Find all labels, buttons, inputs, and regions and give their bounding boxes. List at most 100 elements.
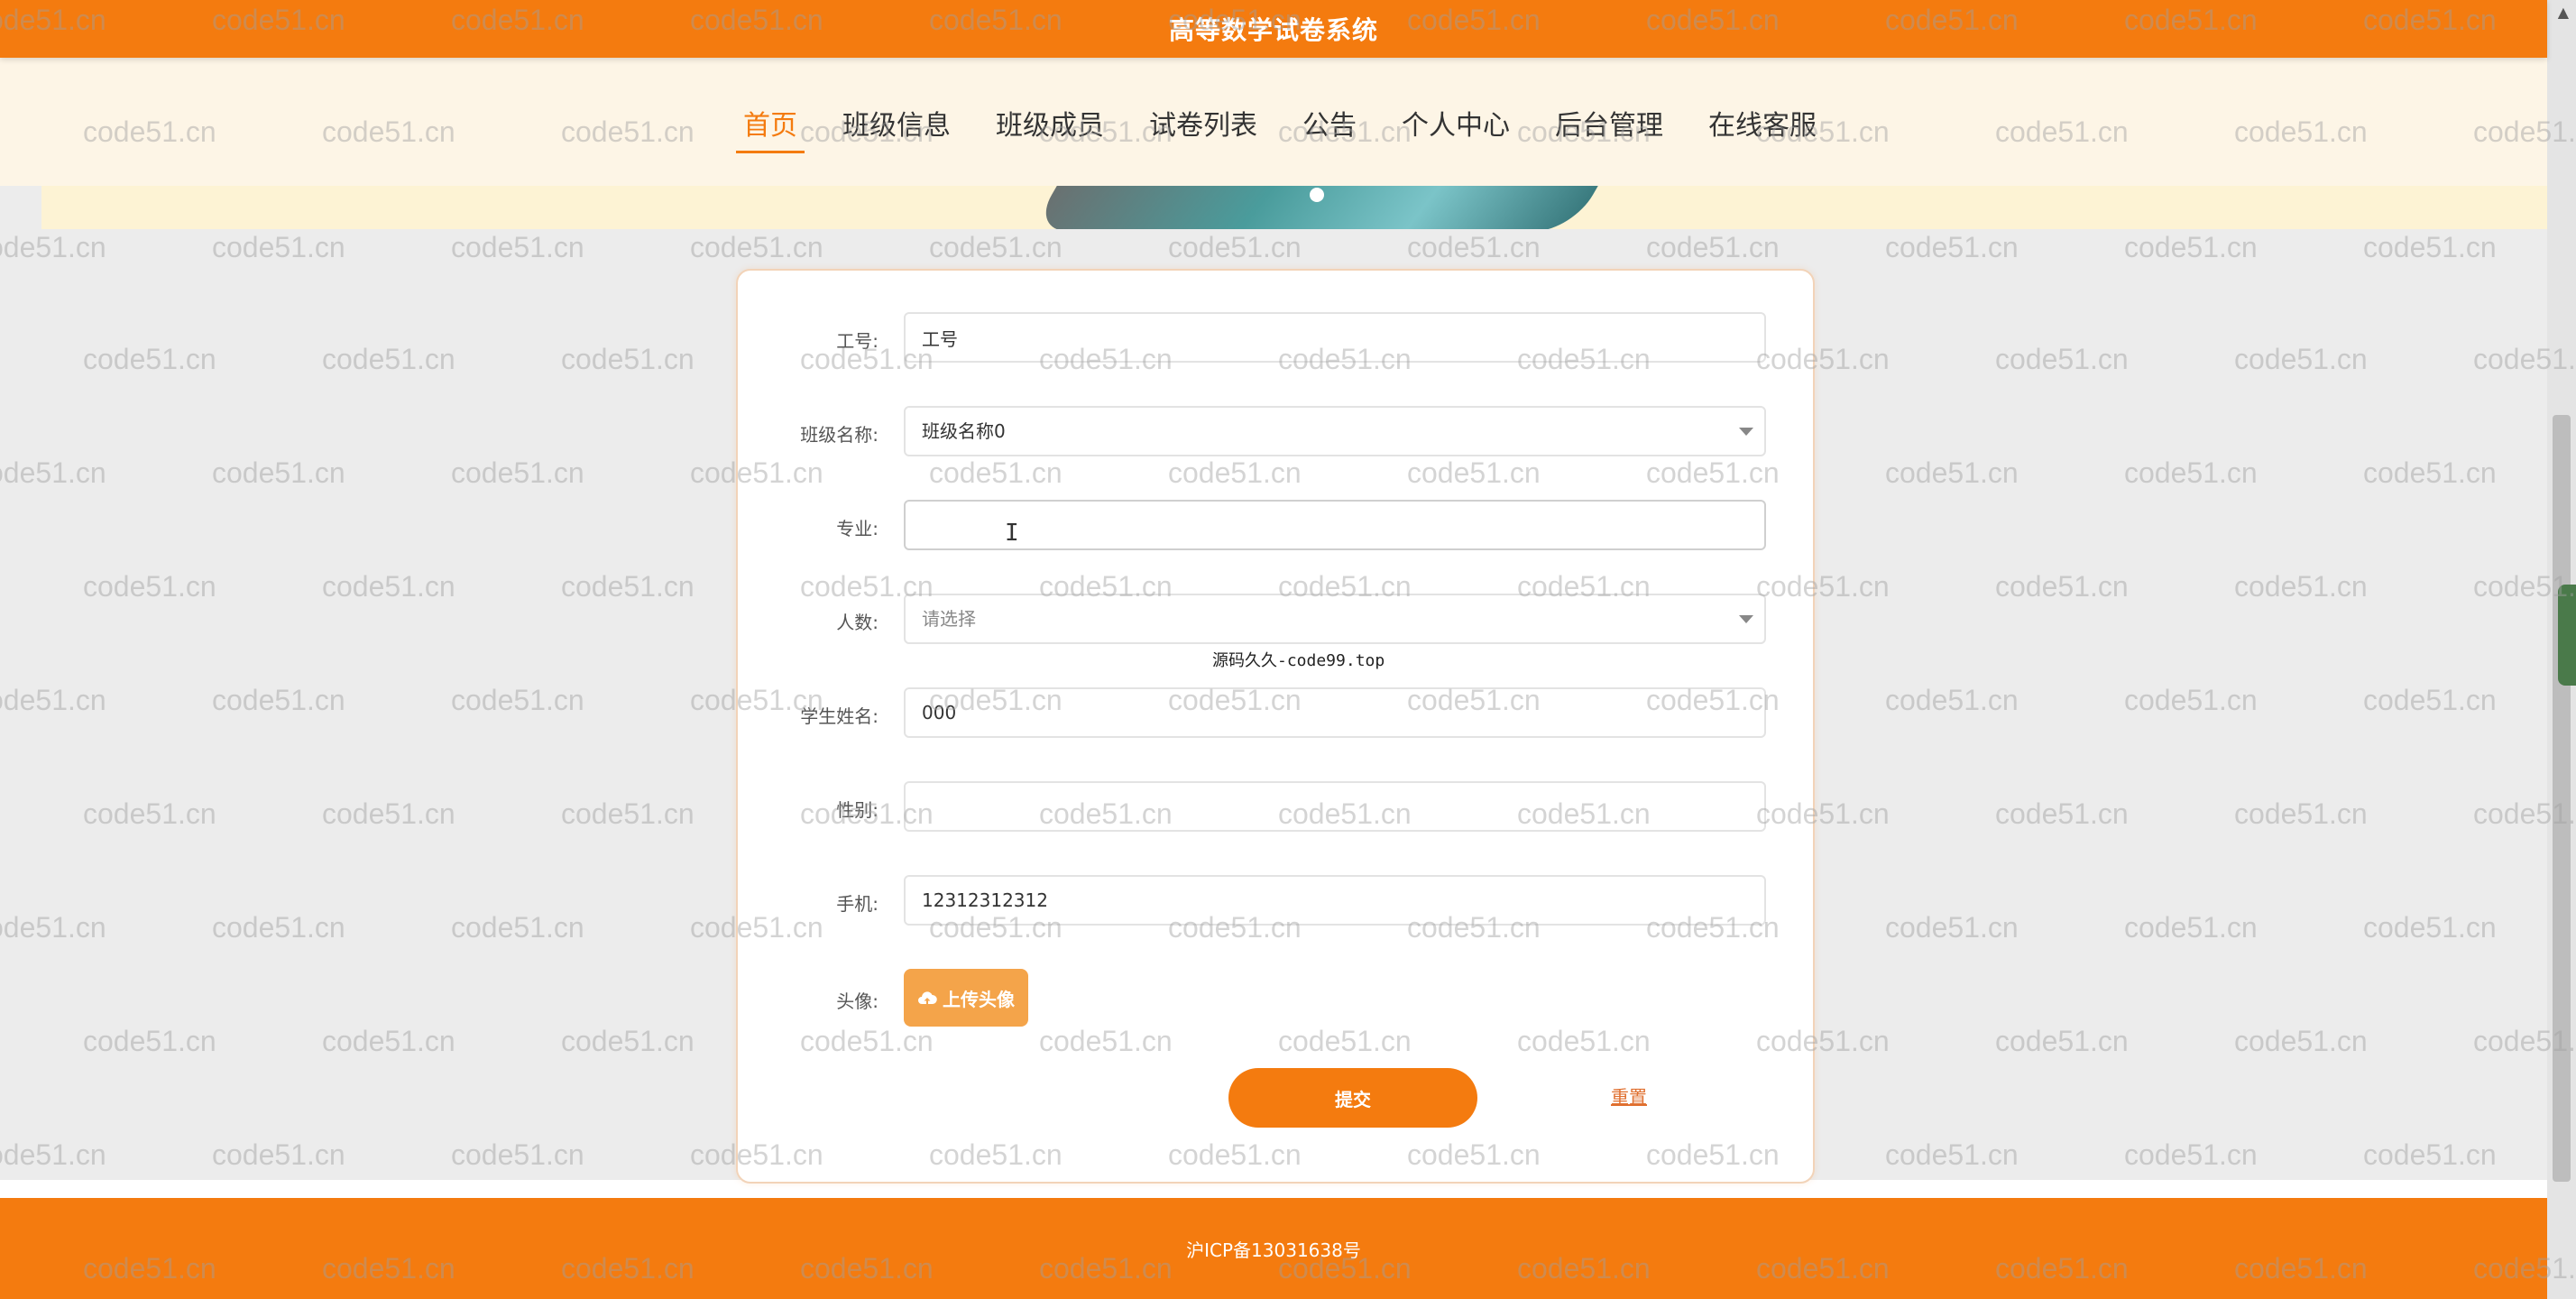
watermark-text: code51.cn	[212, 231, 345, 263]
watermark-text: code51.cn	[1168, 231, 1302, 263]
watermark-text: code51.cn	[322, 343, 455, 375]
nav-item-admin[interactable]: 后台管理	[1542, 103, 1676, 152]
text-cursor-icon: I	[1005, 520, 1019, 547]
upload-avatar-label: 上传头像	[943, 988, 1015, 1010]
watermark-text: code51.cn	[690, 231, 823, 263]
xingbie-label: 性别:	[836, 799, 879, 821]
site-title: 高等数学试卷系统	[1168, 15, 1378, 45]
watermark-text: code51.cn	[212, 684, 345, 716]
nav-items: 首页 班级信息 班级成员 试卷列表 公告 个人中心 后台管理 在线客服	[731, 103, 1849, 153]
row-shouji: 手机:	[738, 875, 1813, 929]
row-banjimingcheng: 班级名称: 班级名称0	[738, 406, 1813, 460]
icp-record: 沪ICP备13031638号	[1186, 1239, 1361, 1261]
watermark-text: code51.cn	[322, 570, 455, 603]
watermark-text: code51.cn	[2124, 231, 2258, 263]
watermark-text: code51.cn	[451, 1138, 584, 1171]
watermark-text: code51.cn	[1885, 231, 2019, 263]
watermark-text: code51.cn	[1885, 911, 2019, 944]
watermark-text: code51.cn	[2234, 797, 2368, 830]
cloud-upload-icon	[918, 991, 937, 1004]
renshu-label: 人数:	[836, 612, 879, 633]
nav-item-announcement[interactable]: 公告	[1290, 103, 1369, 152]
gonghao-input[interactable]	[904, 312, 1766, 363]
watermark-text: code51.cn	[0, 231, 106, 263]
row-renshu: 人数: 请选择	[738, 594, 1813, 648]
watermark-text: code51.cn	[0, 911, 106, 944]
watermark-text: code51.cn	[83, 570, 216, 603]
watermark-text: code51.cn	[1995, 343, 2129, 375]
watermark-text: code51.cn	[322, 1025, 455, 1057]
watermark-text: code51.cn	[1885, 456, 2019, 489]
watermark-text: code51.cn	[212, 456, 345, 489]
watermark-text: code51.cn	[212, 911, 345, 944]
watermark-text: code51.cn	[2363, 1138, 2497, 1171]
class-member-form: 工号: 班级名称: 班级名称0 专业: I 人数: 请选择 学生姓名: 性别: …	[736, 269, 1815, 1184]
watermark-text: code51.cn	[2124, 1138, 2258, 1171]
shouji-label: 手机:	[836, 893, 879, 915]
chevron-down-icon	[1739, 428, 1753, 436]
row-xingbie: 性别:	[738, 781, 1813, 835]
nav-item-online-service[interactable]: 在线客服	[1696, 103, 1829, 152]
side-floating-widget[interactable]	[2558, 585, 2576, 686]
watermark-text: code51.cn	[2124, 684, 2258, 716]
nav-item-class-info[interactable]: 班级信息	[830, 103, 963, 152]
nav-item-class-members[interactable]: 班级成员	[983, 103, 1117, 152]
nav-item-personal-center[interactable]: 个人中心	[1389, 103, 1523, 152]
nav-item-home[interactable]: 首页	[731, 103, 810, 153]
carousel-indicator-dot[interactable]	[1310, 188, 1324, 202]
shouji-input[interactable]	[904, 875, 1766, 926]
watermark-text: code51.cn	[83, 1025, 216, 1057]
chevron-down-icon	[1739, 615, 1753, 623]
watermark-text: code51.cn	[2234, 343, 2368, 375]
row-zhuanye: 专业: I	[738, 500, 1813, 554]
banjimingcheng-label: 班级名称:	[800, 424, 879, 446]
watermark-text: code51.cn	[561, 797, 695, 830]
watermark-text: code51.cn	[2363, 684, 2497, 716]
gonghao-label: 工号:	[836, 330, 879, 352]
watermark-text: code51.cn	[2363, 231, 2497, 263]
xingbie-input[interactable]	[904, 781, 1766, 832]
watermark-text: code51.cn	[2363, 456, 2497, 489]
watermark-text: code51.cn	[1995, 797, 2129, 830]
watermark-text: code51.cn	[2124, 911, 2258, 944]
watermark-text: code51.cn	[451, 456, 584, 489]
renshu-select[interactable]: 请选择	[904, 594, 1766, 644]
row-gonghao: 工号:	[738, 312, 1813, 366]
main-nav: 首页 班级信息 班级成员 试卷列表 公告 个人中心 后台管理 在线客服	[0, 58, 2547, 186]
watermark-text: code51.cn	[451, 911, 584, 944]
upload-avatar-button[interactable]: 上传头像	[904, 969, 1028, 1027]
touxiang-label: 头像:	[836, 990, 879, 1012]
banner-carousel	[41, 186, 2547, 229]
watermark-text: code51.cn	[212, 1138, 345, 1171]
watermark-text: code51.cn	[1995, 570, 2129, 603]
watermark-text: code51.cn	[0, 684, 106, 716]
watermark-text: code51.cn	[322, 797, 455, 830]
reset-button[interactable]: 重置	[1611, 1082, 1647, 1109]
watermark-text: code51.cn	[451, 684, 584, 716]
watermark-text: code51.cn	[561, 570, 695, 603]
scrollbar-thumb[interactable]	[2553, 415, 2571, 1182]
watermark-text: code51.cn	[929, 231, 1063, 263]
watermark-text: code51.cn	[1995, 1025, 2129, 1057]
watermark-text: code51.cn	[0, 1138, 106, 1171]
watermark-text: code51.cn	[83, 343, 216, 375]
watermark-text: code51.cn	[561, 343, 695, 375]
top-header-bar: 高等数学试卷系统	[0, 0, 2547, 58]
scroll-up-arrow-icon[interactable]: ▲	[2558, 4, 2569, 21]
watermark-text: code51.cn	[1885, 684, 2019, 716]
row-xueshengxingming: 学生姓名:	[738, 687, 1813, 742]
row-touxiang: 头像: 上传头像	[738, 969, 1813, 1027]
zhuanye-input[interactable]	[904, 500, 1766, 550]
zhuanye-label: 专业:	[836, 518, 879, 539]
watermark-text: code51.cn	[2363, 911, 2497, 944]
watermark-text: code51.cn	[1885, 1138, 2019, 1171]
footer: 沪ICP备13031638号	[0, 1198, 2547, 1299]
watermark-text: code51.cn	[561, 1025, 695, 1057]
overlay-watermark-text: 源码久久-code99.top	[1212, 651, 1385, 670]
xueshengxingming-input[interactable]	[904, 687, 1766, 738]
banjimingcheng-select[interactable]: 班级名称0	[904, 406, 1766, 456]
submit-button[interactable]: 提交	[1228, 1068, 1477, 1128]
watermark-text: code51.cn	[451, 231, 584, 263]
nav-item-exam-list[interactable]: 试卷列表	[1136, 103, 1270, 152]
watermark-text: code51.cn	[83, 797, 216, 830]
